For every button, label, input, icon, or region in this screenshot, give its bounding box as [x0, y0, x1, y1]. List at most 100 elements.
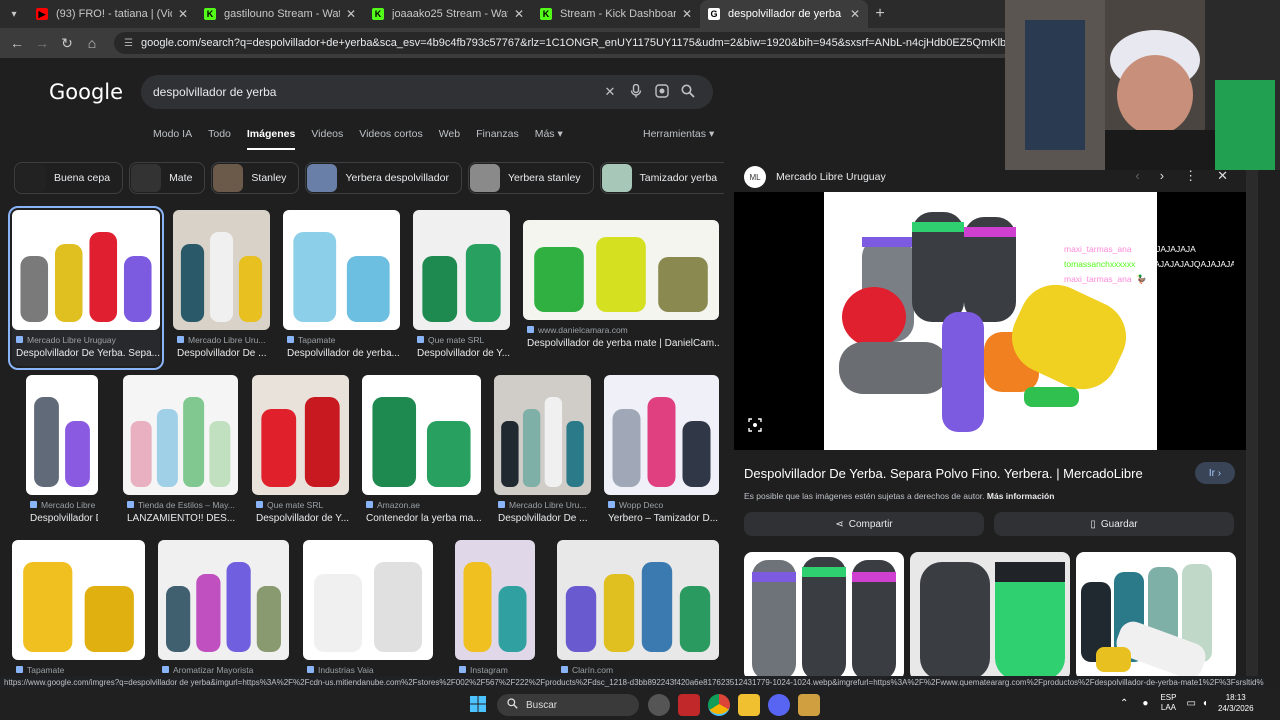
result-thumbnail[interactable] — [362, 375, 481, 495]
home-icon[interactable]: ⌂ — [81, 35, 103, 51]
result-caption[interactable]: Despolvillador de yerba mate | DanielCam… — [527, 338, 719, 349]
clock[interactable]: 18:13 24/3/2026 — [1218, 692, 1254, 714]
network-icon[interactable]: ▭ — [1186, 698, 1195, 709]
image-result[interactable]: Que mate SRL Despolvillador de Y... — [413, 210, 510, 366]
more-options-icon[interactable]: ⋮ — [1184, 168, 1197, 184]
mic-icon[interactable] — [623, 83, 649, 101]
preview-image[interactable] — [824, 192, 1157, 450]
result-thumbnail[interactable] — [158, 540, 289, 660]
result-caption[interactable]: LANZAMIENTO!! DES... — [127, 513, 238, 524]
result-thumbnail[interactable] — [173, 210, 270, 330]
result-thumbnail[interactable] — [123, 375, 238, 495]
panel-title[interactable]: Despolvillador De Yerba. Separa Polvo Fi… — [744, 466, 1143, 481]
tab-close-icon[interactable]: ✕ — [346, 7, 356, 21]
image-result[interactable]: Mercado Libre Uru... Despolvillador De ..… — [26, 375, 98, 531]
image-result[interactable]: Tapamate Despolvillador de yerba... — [283, 210, 400, 366]
taskbar-app-2-icon[interactable] — [678, 694, 700, 716]
search-tab[interactable]: Finanzas — [476, 128, 519, 150]
image-result[interactable]: Amazon.ae Contenedor la yerba ma... — [362, 375, 481, 531]
next-arrow-icon[interactable]: › — [1160, 168, 1164, 184]
tab-close-icon[interactable]: ✕ — [178, 7, 188, 21]
taskbar-search[interactable]: Buscar — [497, 694, 639, 716]
refinement-chip[interactable]: Mate — [129, 162, 206, 194]
search-tab[interactable]: Todo — [208, 128, 231, 150]
chrome-icon[interactable] — [708, 694, 730, 716]
discord-icon[interactable] — [768, 694, 790, 716]
windows-start-icon[interactable] — [470, 696, 486, 712]
image-result[interactable]: Clarín.com — [557, 540, 719, 696]
search-tab[interactable]: Videos cortos — [359, 128, 422, 150]
image-result[interactable]: www.danielcamara.com Despolvillador de ye… — [523, 220, 719, 356]
result-caption[interactable]: Yerbero – Tamizador D... — [608, 513, 719, 524]
taskbar-app-1-icon[interactable] — [648, 694, 670, 716]
browser-tab[interactable]: Gdespolvillador de yerba - Busca ✕ — [700, 0, 868, 28]
tray-mic-icon[interactable]: ● — [1142, 698, 1148, 709]
close-panel-icon[interactable]: ✕ — [1217, 168, 1228, 184]
prev-arrow-icon[interactable]: ‹ — [1135, 168, 1139, 184]
result-thumbnail[interactable] — [12, 540, 145, 660]
more-info-link[interactable]: Más información — [987, 491, 1055, 501]
result-thumbnail[interactable] — [413, 210, 510, 330]
image-result[interactable]: Aromatizar Mayorista — [158, 540, 289, 696]
result-caption[interactable]: Despolvillador De ... — [177, 348, 270, 359]
image-result[interactable]: Mercado Libre Uru... Despolvillador De ..… — [173, 210, 270, 366]
result-caption[interactable]: Despolvillador De ... — [30, 513, 98, 524]
image-result[interactable]: Tapamate — [12, 540, 145, 696]
visual-search-icon[interactable] — [748, 418, 766, 436]
tab-close-icon[interactable]: ✕ — [850, 7, 860, 21]
related-image-1[interactable] — [744, 552, 904, 680]
search-input[interactable]: despolvillador de yerba — [153, 85, 597, 99]
result-thumbnail[interactable] — [604, 375, 719, 495]
search-tab[interactable]: Web — [439, 128, 460, 150]
result-caption[interactable]: Despolvillador de Y... — [256, 513, 349, 524]
visit-button[interactable]: Ir › — [1195, 462, 1235, 484]
image-result[interactable]: Mercado Libre Uruguay Despolvillador De Y… — [8, 206, 164, 370]
search-icon[interactable] — [675, 84, 701, 101]
image-result[interactable]: Industrias Vaia — [303, 540, 433, 696]
result-thumbnail[interactable] — [26, 375, 98, 495]
tab-search-menu-icon[interactable]: ▾ — [0, 0, 28, 28]
result-thumbnail[interactable] — [557, 540, 719, 660]
image-result[interactable]: Mercado Libre Uru... Despolvillador De ..… — [494, 375, 591, 531]
tray-overflow-icon[interactable]: ⌃ — [1120, 698, 1128, 709]
refinement-chip[interactable]: Yerbera despolvillador — [305, 162, 462, 194]
tools-menu[interactable]: Herramientas ▾ — [643, 128, 714, 140]
tab-close-icon[interactable]: ✕ — [682, 7, 692, 21]
search-box[interactable]: despolvillador de yerba ✕ — [141, 75, 713, 109]
volume-icon[interactable]: ◖ — [1202, 698, 1208, 709]
panel-source[interactable]: Mercado Libre Uruguay — [776, 171, 886, 183]
result-thumbnail[interactable] — [283, 210, 400, 330]
result-caption[interactable]: Despolvillador De Yerba. Sepa... — [16, 348, 160, 359]
result-caption[interactable]: Contenedor la yerba ma... — [366, 513, 481, 524]
lens-camera-icon[interactable] — [649, 83, 675, 101]
image-result[interactable]: Que mate SRL Despolvillador de Y... — [252, 375, 349, 531]
panel-scrollbar[interactable] — [1246, 160, 1258, 680]
taskbar-app-6-icon[interactable] — [798, 694, 820, 716]
tab-close-icon[interactable]: ✕ — [514, 7, 524, 21]
search-tab[interactable]: Videos — [311, 128, 343, 150]
browser-tab[interactable]: Kjoaaako25 Stream - Watch Live ✕ — [364, 0, 532, 28]
result-caption[interactable]: Despolvillador De ... — [498, 513, 591, 524]
site-info-icon[interactable]: ☰ — [124, 38, 133, 49]
forward-arrow-icon[interactable]: → — [31, 35, 53, 51]
google-logo[interactable]: Google — [49, 80, 123, 104]
image-result[interactable]: Wopp Deco Yerbero – Tamizador D... — [604, 375, 719, 531]
language-primary[interactable]: ESP — [1160, 693, 1176, 703]
back-arrow-icon[interactable]: ← — [6, 35, 28, 51]
related-image-2[interactable] — [910, 552, 1070, 680]
file-explorer-icon[interactable] — [738, 694, 760, 716]
search-tab[interactable]: Imágenes — [246, 128, 296, 150]
browser-tab[interactable]: K Stream - Kick Dashboard ✕ — [532, 0, 700, 28]
result-thumbnail[interactable] — [523, 220, 719, 320]
result-thumbnail[interactable] — [12, 210, 160, 330]
refinement-chip[interactable]: Yerbera stanley — [467, 162, 594, 194]
refinement-chip[interactable]: Buena cepa — [14, 162, 124, 194]
result-thumbnail[interactable] — [252, 375, 349, 495]
search-tab[interactable]: Modo IA — [153, 128, 192, 150]
new-tab-button[interactable]: + — [868, 5, 892, 23]
result-thumbnail[interactable] — [494, 375, 591, 495]
preview-image-area[interactable]: maxi_tarmas_ana: JAJAJAJAJAJA tomassanchx… — [734, 192, 1246, 450]
refinement-chip[interactable]: Tamizador yerba — [599, 162, 724, 194]
language-secondary[interactable]: LAA — [1160, 703, 1176, 713]
browser-tab[interactable]: Kgastilouno Stream - Watch Live ✕ — [196, 0, 364, 28]
